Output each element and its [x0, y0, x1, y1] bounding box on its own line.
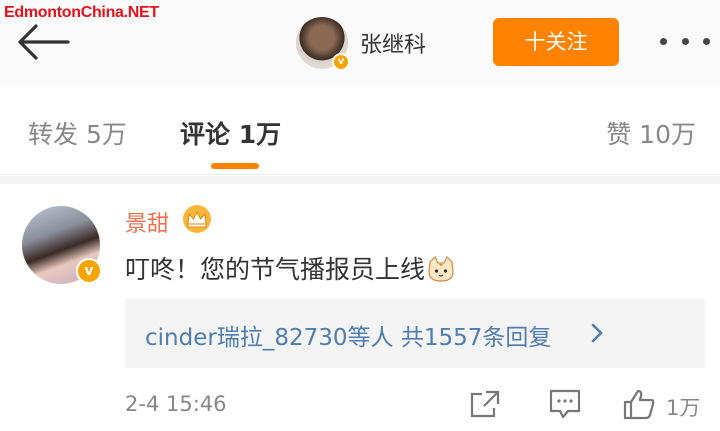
commenter-name[interactable]: 景甜 — [125, 206, 169, 238]
replies-text[interactable]: cinder瑞拉_82730等人 共1557条回复 — [145, 318, 551, 352]
comment-icon[interactable] — [548, 388, 582, 420]
profile-username[interactable]: 张继科 — [360, 27, 426, 59]
like-count: 1万 — [666, 396, 701, 420]
tab-bar: 转发 5万 评论 1万 赞 10万 — [0, 87, 720, 175]
active-tab-indicator — [211, 163, 259, 169]
watermark: EdmontonChina.NET — [4, 4, 159, 21]
thumbs-up-icon — [623, 389, 655, 420]
back-arrow-icon[interactable] — [16, 22, 70, 62]
comment-body: 叮咚！您的节气播报员上线 — [125, 255, 426, 284]
crown-icon — [183, 205, 211, 233]
reply-count[interactable]: 共1557条回复 — [401, 325, 552, 351]
verified-badge-icon: v — [332, 53, 350, 71]
section-divider — [0, 176, 720, 184]
chevron-right-icon — [591, 323, 603, 343]
share-icon[interactable] — [468, 388, 502, 420]
more-dots-icon[interactable] — [660, 38, 710, 48]
tab-likes[interactable]: 赞 10万 — [606, 115, 696, 151]
verified-badge-icon: v — [76, 258, 102, 284]
cat-emoji-icon — [428, 256, 454, 282]
like-button[interactable]: 1万 — [622, 388, 712, 420]
replies-summary[interactable]: cinder瑞拉_82730等人 共1557条回复 — [125, 298, 705, 368]
reply-users[interactable]: cinder瑞拉_82730等人 — [145, 325, 394, 351]
profile-header[interactable]: v 张继科 — [296, 17, 426, 71]
comment-timestamp: 2-4 15:46 — [125, 392, 227, 416]
comment-item: v 景甜 叮咚！您的节气播报员上线 cinder瑞拉_82730等人 共1557… — [0, 184, 720, 431]
tab-repost[interactable]: 转发 5万 — [28, 115, 127, 151]
follow-button[interactable]: 十关注 — [493, 18, 619, 66]
commenter-avatar[interactable]: v — [22, 206, 102, 284]
comment-text: 叮咚！您的节气播报员上线 — [125, 250, 455, 286]
avatar[interactable]: v — [296, 17, 350, 71]
tab-comments[interactable]: 评论 1万 — [180, 115, 281, 151]
